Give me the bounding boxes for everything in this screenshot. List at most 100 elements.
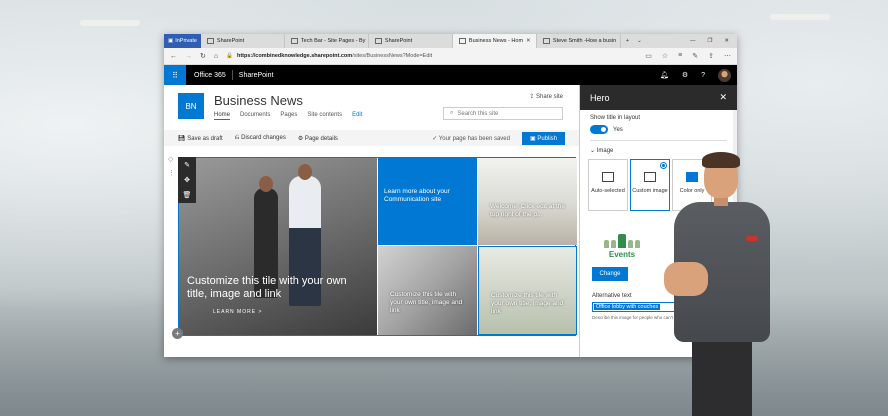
learn-more-link[interactable]: LEARN MORE > [213,309,262,315]
avatar[interactable] [718,68,731,82]
figure-icon [604,240,609,248]
app-launcher-icon[interactable]: ⠿ [164,65,186,85]
tab-bar: ▣ InPrivate SharePoint Tech Bar - Site P… [164,34,737,48]
hero-tile-main[interactable]: Customize this tile with your own title,… [179,158,377,335]
hero-tile-caption: Welcome! Click edit at the top right of … [490,203,566,218]
browser-tab[interactable]: SharePoint [201,34,285,48]
move-section-icon[interactable]: ◇ [168,155,173,163]
page-icon [458,38,466,44]
toggle-switch[interactable] [590,125,608,134]
hero-tile-events[interactable]: Customize this tile with your own title,… [478,246,577,335]
close-tab-icon[interactable]: ✕ [526,38,531,44]
bell-icon[interactable]: 🔔︎ [660,71,669,79]
person-head [259,176,273,192]
share-site-button[interactable]: ⇪ Share site [529,93,563,100]
publish-label: Publish [537,135,557,142]
new-tab-button[interactable]: + ⌄ [621,34,647,48]
presenter-legs [692,336,752,416]
nav-pages[interactable]: Pages [280,112,297,120]
site-logo[interactable]: BN [178,93,204,119]
panel-title: Hero [590,92,610,103]
figure-icon [611,240,616,248]
share-icon[interactable]: ⇪ [708,52,714,60]
favorites-hub-icon[interactable]: ≡ [678,52,682,60]
plus-icon: + [625,38,630,44]
close-window-icon[interactable]: ✕ [724,38,729,44]
page-details-label: Page details [304,135,338,142]
figure-icon [635,240,640,248]
back-icon[interactable]: ← [170,53,177,60]
inprivate-badge: ▣ InPrivate [164,34,201,48]
figure-icon [628,240,633,248]
inprivate-label: InPrivate [175,38,197,44]
nav-edit[interactable]: Edit [352,112,362,120]
publish-button[interactable]: ▣ Publish [521,131,565,145]
option-auto-selected[interactable]: Auto-selected [588,159,628,211]
presenter-figure [664,150,774,416]
presenter-hair [702,152,740,168]
browser-tab[interactable]: Steve Smith -How a busin [537,34,621,48]
site-title-block: Business News Home Documents Pages Site … [214,93,362,122]
suite-product-name[interactable]: SharePoint [231,70,273,80]
browser-tab[interactable]: Tech Bar - Site Pages - By [285,34,369,48]
browser-window: ▣ InPrivate SharePoint Tech Bar - Site P… [164,34,737,357]
suite-bar-actions: 🔔︎ ⚙ ? [660,68,737,82]
hero-webpart[interactable]: Customize this tile with your own title,… [178,157,577,336]
figure-icon [618,234,626,248]
nav-site-contents[interactable]: Site contents [307,112,342,120]
page-content: BN Business News Home Documents Pages Si… [164,85,579,357]
site-nav: Home Documents Pages Site contents Edit [214,112,362,120]
discard-label: Discard changes [241,134,286,141]
notes-icon[interactable]: ✎ [692,52,698,60]
gear-icon: ⚙ [297,135,305,142]
add-webpart-button[interactable]: + [172,328,183,339]
url-field[interactable]: 🔒 https://combinedknowledge.sharepoint.c… [226,50,637,62]
browser-tab[interactable]: SharePoint [369,34,453,48]
suite-app-name[interactable]: Office 365 [186,72,226,79]
reading-view-icon[interactable]: ▭ [645,52,652,60]
nav-home[interactable]: Home [214,112,231,120]
tab-label: Tech Bar - Site Pages - By [300,38,366,44]
help-icon[interactable]: ? [701,72,705,79]
hero-tile-communication[interactable]: Learn more about your Communication site [378,158,477,245]
shirt-logo [746,236,758,241]
change-image-button[interactable]: Change [592,267,628,281]
page-details-button[interactable]: ⚙ Page details [298,135,338,142]
restore-icon[interactable]: ❐ [707,38,712,44]
section-tools-icon[interactable]: ⋮ [168,169,175,177]
chevron-down-icon: ⌄ [590,148,597,154]
tab-label: Steve Smith -How a busin [552,38,617,44]
selected-image-preview: Events [594,219,650,259]
tab-label: SharePoint [216,38,245,44]
hero-tile-architecture[interactable]: Customize this tile with your own title,… [378,246,477,335]
saved-status: ✓ Your page has been saved [432,135,510,142]
plus-icon: + [175,329,180,338]
hero-tile-welcome[interactable]: Welcome! Click edit at the top right of … [478,158,577,245]
browser-tab-active[interactable]: Business News - Hom ✕ [452,34,537,48]
chevron-down-icon[interactable]: ⌄ [637,38,642,44]
more-icon[interactable]: ⋯ [724,52,731,60]
site-search-input[interactable]: ⌕ Search this site [443,107,563,120]
close-icon[interactable]: ✕ [719,92,727,103]
show-title-toggle[interactable]: Yes [590,125,727,134]
refresh-icon[interactable]: ↻ [200,52,206,60]
discard-changes-button[interactable]: ⎌ Discard changes [235,135,286,142]
gear-icon[interactable]: ⚙ [682,71,688,79]
nav-documents[interactable]: Documents [240,112,270,120]
home-icon[interactable]: ⌂ [214,53,218,60]
command-bar: 💾︎ Save as draft ⎌ Discard changes ⚙ Pag… [164,130,579,146]
delete-icon[interactable]: 🗑︎ [183,191,192,199]
search-icon: ⌕ [450,110,454,116]
minimize-icon[interactable]: — [690,38,696,44]
option-label: Custom image [632,188,668,194]
edit-pencil-icon[interactable]: ✎ [184,161,190,169]
webpart-toolbox: ✎ ✥ 🗑︎ [178,157,196,203]
move-icon[interactable]: ✥ [184,176,190,184]
save-draft-button[interactable]: 💾︎ Save as draft [178,135,223,142]
alt-text-value: Office lobby with couches [594,304,661,310]
panel-header: Hero ✕ [580,85,737,110]
forward-icon[interactable]: → [185,53,192,60]
favorite-star-icon[interactable]: ☆ [662,52,668,60]
site-title[interactable]: Business News [214,93,362,108]
url-host: https://combinedknowledge.sharepoint.com [236,53,353,59]
